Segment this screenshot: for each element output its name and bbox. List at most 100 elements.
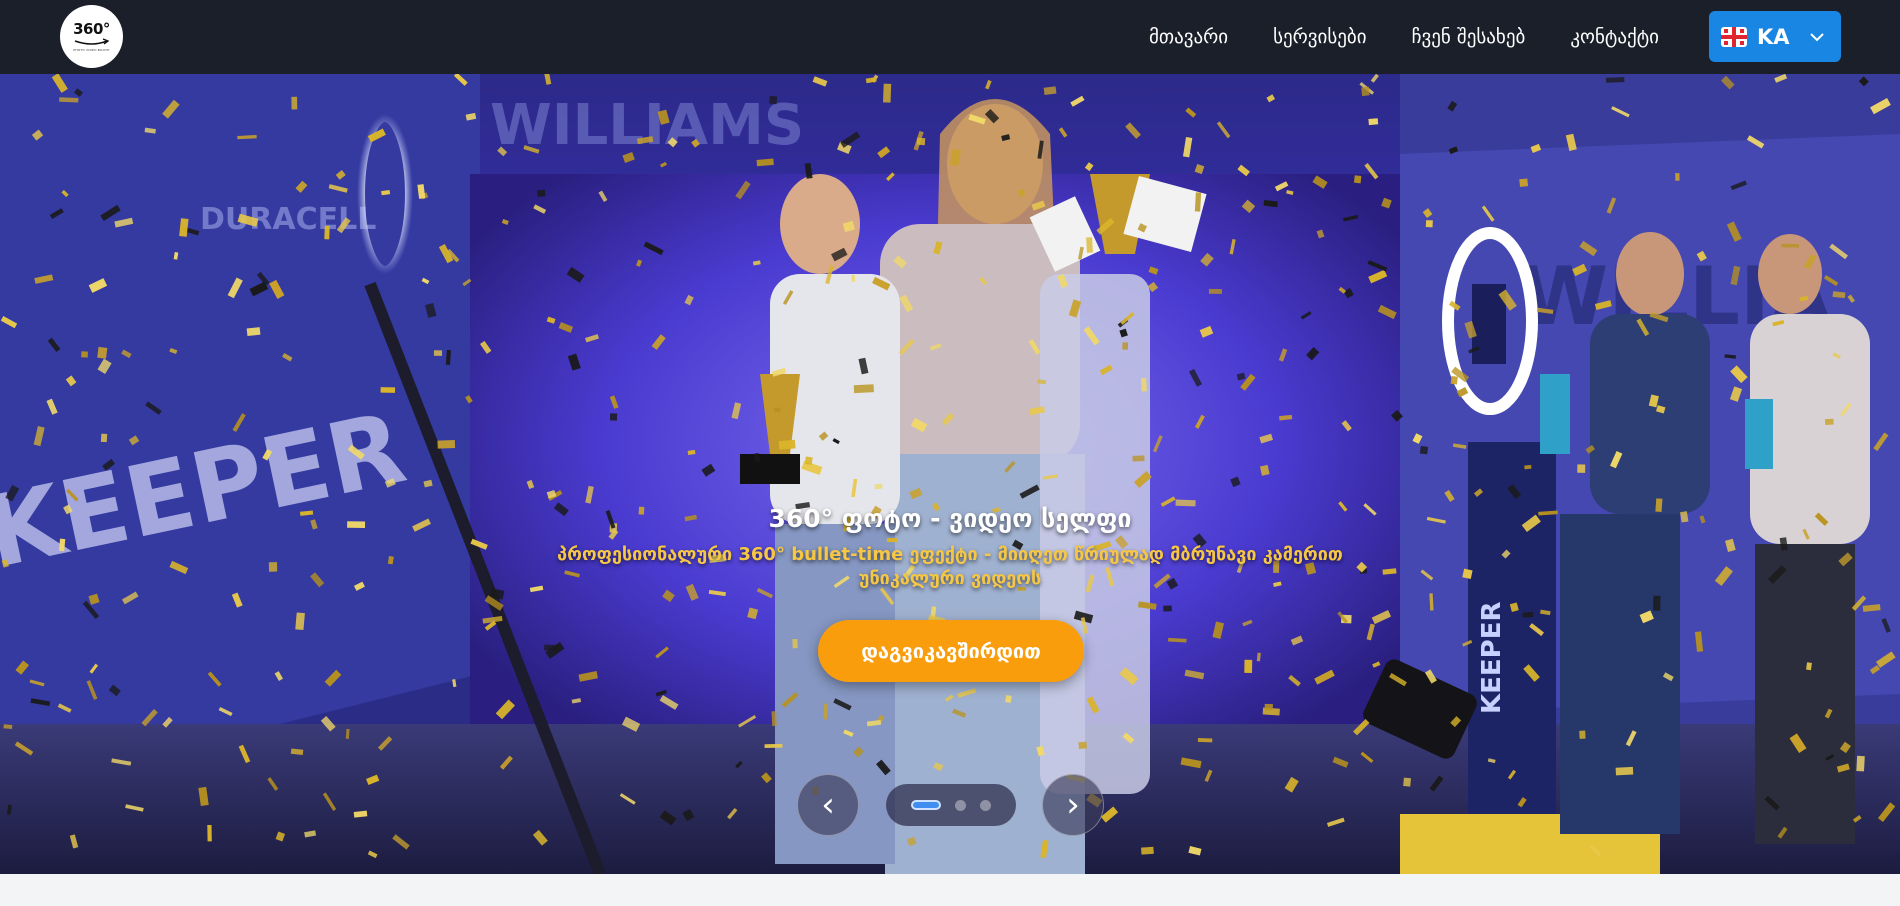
confetti-piece (1028, 406, 1045, 416)
confetti-piece (1858, 76, 1869, 87)
confetti-piece (173, 252, 179, 260)
confetti-piece (495, 699, 515, 720)
confetti-piece (1481, 205, 1495, 222)
confetti-piece (290, 748, 304, 756)
confetti-piece (218, 706, 233, 717)
confetti-piece (682, 808, 695, 822)
confetti-piece (1306, 346, 1320, 361)
confetti-piece (1326, 817, 1345, 827)
confetti-piece (417, 184, 426, 199)
confetti-piece (86, 680, 98, 700)
slide-dot-2[interactable] (955, 799, 966, 811)
confetti-piece (609, 413, 618, 421)
confetti-piece (1197, 737, 1213, 743)
nav-link-about[interactable]: ჩვენ შესახებ (1412, 26, 1526, 48)
confetti-piece (179, 218, 189, 237)
confetti-piece (886, 172, 895, 182)
confetti-piece (1163, 605, 1172, 612)
confetti-piece (1096, 217, 1115, 235)
confetti-piece (1368, 269, 1388, 284)
confetti-piece (421, 277, 430, 285)
confetti-piece (61, 189, 69, 198)
confetti-piece (585, 485, 594, 504)
confetti-piece (1237, 164, 1250, 177)
confetti-piece (51, 74, 68, 93)
previous-slide-button[interactable]: ‹ (797, 774, 859, 836)
language-selector[interactable]: KA (1709, 11, 1841, 62)
slide-dot-3[interactable] (980, 799, 991, 811)
confetti-piece (619, 793, 636, 805)
confetti-piece (1152, 435, 1163, 453)
confetti-piece (59, 97, 79, 103)
confetti-piece (1031, 200, 1046, 211)
confetti-piece (347, 444, 365, 460)
confetti-piece (238, 744, 251, 764)
confetti-piece (1540, 609, 1551, 616)
nav-link-contact[interactable]: კონტაქტი (1570, 26, 1659, 48)
confetti-piece (1572, 263, 1588, 277)
nav-link-home[interactable]: მთავარი (1149, 26, 1228, 48)
confetti-piece (367, 850, 378, 859)
confetti-piece (1361, 86, 1370, 97)
confetti-piece (73, 88, 83, 97)
confetti-piece (1606, 197, 1617, 214)
confetti-piece (1498, 289, 1517, 311)
confetti-piece (275, 831, 286, 842)
confetti-piece (29, 679, 45, 687)
confetti-piece (792, 639, 798, 649)
confetti-piece (453, 74, 468, 86)
confetti-piece (1290, 635, 1304, 646)
confetti-piece (621, 716, 641, 732)
top-navbar: 360° PHOTO VIDEO BOOTH მთავარი სერვისები… (0, 0, 1900, 74)
confetti-piece (1649, 311, 1669, 323)
confetti-piece (1877, 802, 1896, 823)
confetti-piece (851, 478, 858, 498)
confetti-piece (100, 433, 108, 443)
confetti-piece (1148, 266, 1159, 275)
confetti-piece (1389, 672, 1407, 687)
confetti-piece (1419, 446, 1429, 455)
confetti-piece (108, 684, 121, 697)
confetti-piece (883, 83, 892, 103)
site-logo[interactable]: 360° PHOTO VIDEO BOOTH (60, 5, 123, 68)
confetti-piece (125, 804, 144, 812)
confetti-piece (526, 479, 535, 490)
hero-slider: KEEPER DURACELL WILLIAMS WILLIA KEEPER (0, 74, 1900, 874)
confetti-piece (843, 729, 854, 737)
confetti-piece (162, 716, 173, 728)
confetti-piece (1594, 300, 1612, 311)
confetti-piece (1028, 339, 1041, 355)
confetti-piece (1412, 433, 1423, 444)
confetti-piece (1212, 621, 1225, 639)
confetti-piece (1370, 74, 1379, 83)
confetti-piece (227, 277, 243, 299)
confetti-piece (274, 671, 284, 681)
confetti-piece (1360, 751, 1374, 763)
confetti-piece (1168, 637, 1187, 643)
slide-dot-1[interactable] (911, 800, 941, 810)
confetti-piece (853, 384, 874, 394)
confetti-piece (893, 255, 908, 269)
confetti-piece (324, 669, 342, 687)
contact-us-button[interactable]: დაგვიკავშირდით (818, 620, 1084, 682)
hero-subtitle: პროფესიონალური 360° bullet-time ეფექტი -… (557, 544, 1343, 589)
confetti-piece (1777, 826, 1788, 839)
confetti-piece (295, 612, 305, 631)
confetti-piece (1367, 260, 1388, 272)
logo-subtext: PHOTO VIDEO BOOTH (73, 47, 110, 52)
confetti-piece (1639, 610, 1654, 624)
confetti-piece (1288, 674, 1301, 687)
confetti-piece (1675, 173, 1680, 181)
confetti-piece (957, 688, 977, 698)
confetti-piece (609, 395, 619, 409)
confetti-piece (1452, 443, 1467, 449)
confetti-piece (1824, 708, 1833, 719)
next-slide-button[interactable]: › (1042, 774, 1104, 836)
confetti-piece (1147, 281, 1159, 293)
confetti-piece (1870, 98, 1891, 115)
confetti-piece (1579, 240, 1598, 257)
confetti-piece (782, 290, 794, 306)
nav-link-services[interactable]: სერვისები (1273, 26, 1367, 48)
confetti-piece (57, 703, 72, 713)
confetti-piece (1730, 365, 1748, 384)
